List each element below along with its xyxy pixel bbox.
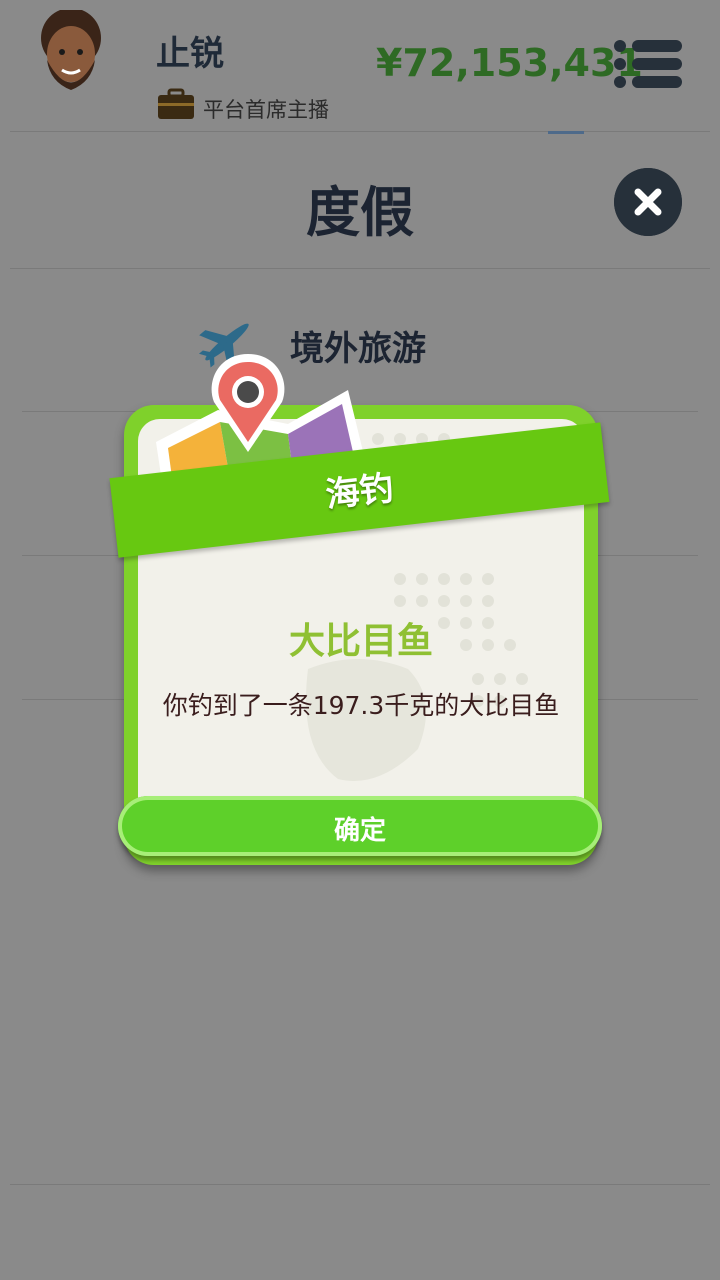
briefcase-icon — [158, 88, 194, 119]
menu-icon[interactable] — [612, 38, 684, 90]
page-title: 度假 — [306, 181, 414, 244]
close-icon[interactable] — [614, 168, 682, 236]
tab-indicator — [548, 131, 584, 134]
vacation-page: 止锐 平台首席主播 ¥72,153,431 度假 境外旅游 海钓 大比目鱼 你钓… — [0, 0, 720, 1280]
money-balance: ¥72,153,431 — [376, 41, 643, 85]
username: 止锐 — [156, 34, 224, 74]
header: 止锐 平台首席主播 ¥72,153,431 — [0, 0, 720, 130]
confirm-button-label: 确定 — [333, 816, 386, 846]
result-message: 你钓到了一条197.3千克的大比目鱼 — [162, 691, 560, 720]
header-divider — [10, 131, 710, 132]
title-divider — [10, 268, 710, 269]
footer-divider — [10, 1184, 710, 1185]
fish-name: 大比目鱼 — [288, 621, 433, 662]
avatar[interactable] — [34, 10, 108, 94]
confirm-button[interactable]: 确定 — [118, 796, 602, 856]
role-title: 平台首席主播 — [203, 98, 329, 122]
